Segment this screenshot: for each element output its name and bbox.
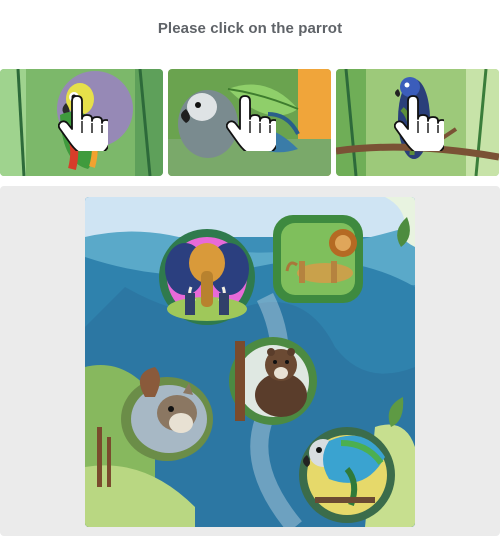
example-image-parrot-2	[168, 69, 331, 176]
tile-parrot[interactable]	[299, 427, 395, 523]
pointer-hand-icon	[226, 95, 276, 151]
example-strip	[0, 69, 500, 177]
tile-bear[interactable]	[229, 337, 317, 425]
challenge-image[interactable]	[85, 197, 415, 527]
instruction-title: Please click on the parrot	[157, 20, 343, 37]
pointer-hand-icon	[58, 95, 108, 151]
tile-elephant[interactable]	[159, 229, 255, 325]
example-image-parrot-3	[336, 69, 499, 176]
tile-lion[interactable]	[273, 215, 363, 303]
example-image-parrot-1	[0, 69, 163, 176]
pointer-hand-icon	[394, 95, 444, 151]
challenge-panel	[0, 186, 500, 536]
